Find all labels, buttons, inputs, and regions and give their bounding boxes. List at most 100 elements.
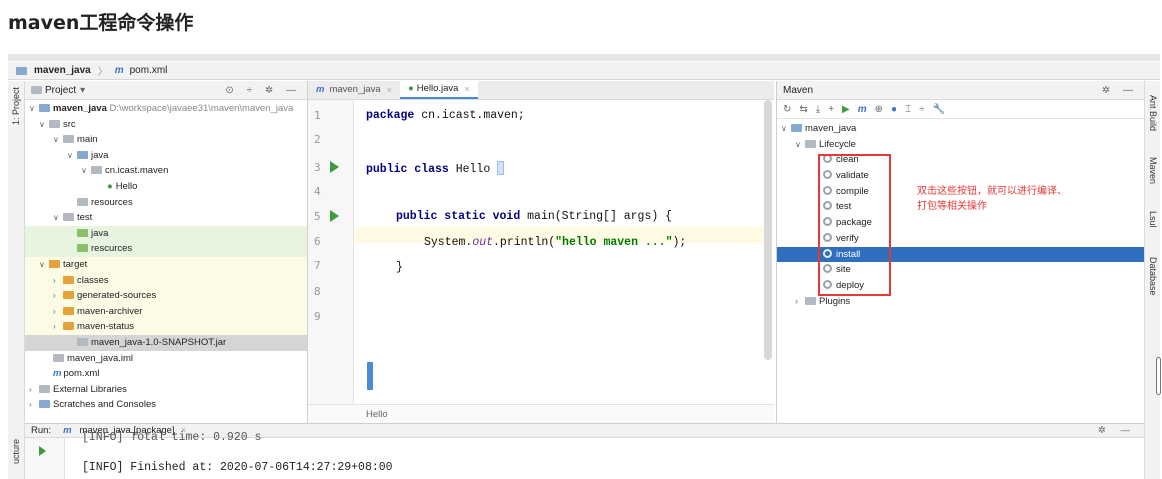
module-folder-icon xyxy=(16,66,27,75)
excluded-folder-icon xyxy=(63,275,74,284)
chevron-right-icon[interactable]: › xyxy=(29,397,39,413)
chevron-down-icon[interactable]: ∨ xyxy=(53,210,63,226)
test-folder-icon xyxy=(77,228,88,237)
maven-toolbar: ↻ ⇆ ⤓ + ▶ m ⊕ ● ⌶ ÷ 🔧 xyxy=(777,100,1144,119)
code-line-5: public static void main(String[] args) { xyxy=(396,210,673,223)
close-icon[interactable]: × xyxy=(464,80,469,98)
chevron-right-icon[interactable]: › xyxy=(53,288,63,304)
run-main-icon[interactable] xyxy=(330,210,339,222)
tree-item[interactable]: java xyxy=(25,225,307,242)
skip-tests-icon[interactable]: ● xyxy=(891,104,897,115)
structure-tool-tab[interactable]: ucture xyxy=(11,439,21,464)
iml-file-icon xyxy=(53,353,64,362)
tree-item[interactable]: › maven-status xyxy=(25,319,307,335)
maven-file-icon: m xyxy=(63,425,72,436)
maven-file-icon: m xyxy=(114,65,124,76)
chevron-down-icon[interactable]: ∨ xyxy=(53,132,63,148)
tree-item[interactable]: ∨ maven_java D:\workspace\javaee31\maven\… xyxy=(25,101,307,117)
chevron-right-icon[interactable]: › xyxy=(29,382,39,398)
tree-item[interactable]: resources xyxy=(25,195,307,211)
plugins-folder-icon xyxy=(805,296,816,305)
line-number: 4 xyxy=(314,185,321,198)
tree-item[interactable]: ∨ src xyxy=(25,117,307,133)
chevron-right-icon[interactable]: › xyxy=(53,273,63,289)
page-heading: maven工程命令操作 xyxy=(8,12,194,34)
chevron-right-icon[interactable]: › xyxy=(795,294,805,310)
chevron-down-icon[interactable]: ∨ xyxy=(795,137,805,153)
lifecycle-node[interactable]: ∨ Lifecycle xyxy=(777,137,1144,153)
nav-file[interactable]: pom.xml xyxy=(130,65,168,76)
tree-item[interactable]: › generated-sources xyxy=(25,288,307,304)
dependencies-icon[interactable]: ⌶ xyxy=(905,104,911,115)
editor-scrollbar[interactable] xyxy=(764,100,772,360)
library-icon xyxy=(39,384,50,393)
tree-item[interactable]: maven_java.iml xyxy=(25,351,307,367)
chevron-right-icon[interactable]: › xyxy=(53,319,63,335)
editor-breadcrumb[interactable]: Hello xyxy=(308,404,774,423)
rerun-icon[interactable] xyxy=(39,446,46,456)
tree-item[interactable]: ● Hello xyxy=(25,179,307,195)
code-editor: m maven_java × ● Hello.java × 1 2 3 4 5 6 7 … xyxy=(308,81,774,423)
maven-project-node[interactable]: ∨ maven_java xyxy=(777,121,1144,137)
download-icon[interactable]: ⤓ xyxy=(816,104,820,115)
module-folder-icon xyxy=(791,124,802,132)
tab-hello-java[interactable]: ● Hello.java × xyxy=(399,80,478,99)
code-line-3: public class Hello xyxy=(366,161,505,176)
maven-file-icon: m xyxy=(53,368,62,380)
chevron-down-icon[interactable]: ∨ xyxy=(81,163,91,179)
chevron-down-icon[interactable]: ∨ xyxy=(67,148,77,164)
chevron-down-icon[interactable]: ▾ xyxy=(80,85,85,96)
project-panel-actions[interactable]: ⊙ ÷ ✲ — xyxy=(225,85,301,96)
tree-item[interactable]: ∨ main xyxy=(25,132,307,148)
tree-item[interactable]: › Scratches and Consoles xyxy=(25,397,307,413)
source-folder-icon xyxy=(77,150,88,159)
tree-item[interactable]: ∨ test xyxy=(25,210,307,226)
tree-item[interactable]: maven_java-1.0-SNAPSHOT.jar xyxy=(25,334,307,351)
maven-tool-tab[interactable]: Maven xyxy=(1148,157,1158,184)
right-tool-strip: Ant Build Maven Lsul Database xyxy=(1144,81,1161,479)
tree-item[interactable]: › External Libraries xyxy=(25,382,307,398)
chevron-down-icon[interactable]: ∨ xyxy=(29,101,39,117)
module-folder-icon xyxy=(39,104,50,112)
folder-icon xyxy=(63,135,74,144)
ant-build-tool-tab[interactable]: Ant Build xyxy=(1148,95,1158,131)
project-view-selector[interactable]: Project xyxy=(45,85,76,96)
left-tool-strip: 1: Project ucture xyxy=(8,81,25,479)
add-icon[interactable]: + xyxy=(828,104,834,115)
tree-item[interactable]: › classes xyxy=(25,272,307,289)
menu-bar xyxy=(8,54,1160,61)
chevron-down-icon[interactable]: ∨ xyxy=(39,257,49,273)
package-icon xyxy=(91,166,102,175)
tree-item[interactable]: m pom.xml xyxy=(25,366,307,382)
nav-project[interactable]: maven_java xyxy=(34,65,91,76)
fold-marker[interactable] xyxy=(367,362,373,390)
tree-item[interactable]: ∨ target xyxy=(25,256,307,273)
generate-sources-icon[interactable]: ⇆ xyxy=(799,104,807,115)
chevron-right-icon[interactable]: › xyxy=(53,304,63,320)
lsul-tool-tab[interactable]: Lsul xyxy=(1148,211,1158,228)
scratches-icon xyxy=(39,400,50,409)
annotation-highlight-box xyxy=(818,154,891,296)
close-icon[interactable]: × xyxy=(387,81,392,99)
run-class-icon[interactable] xyxy=(330,161,339,173)
settings-wrench-icon[interactable]: 🔧 xyxy=(933,104,945,115)
tree-item[interactable]: rescurces xyxy=(25,241,307,257)
reload-icon[interactable]: ↻ xyxy=(783,104,791,115)
maven-panel-actions[interactable]: ✲ — xyxy=(1102,85,1138,96)
side-scroll-handle[interactable] xyxy=(1156,357,1161,395)
tree-item[interactable]: › maven-archiver xyxy=(25,303,307,320)
tree-item[interactable]: ∨ java xyxy=(25,148,307,164)
run-icon[interactable]: ▶ xyxy=(842,104,850,115)
project-tool-tab[interactable]: 1: Project xyxy=(11,87,21,125)
database-tool-tab[interactable]: Database xyxy=(1148,257,1158,296)
tree-item[interactable]: ∨ cn.icast.maven xyxy=(25,163,307,179)
chevron-down-icon[interactable]: ∨ xyxy=(781,121,791,137)
run-panel-actions[interactable]: ✲ — xyxy=(1098,425,1136,436)
tab-pom[interactable]: m maven_java × xyxy=(308,81,400,99)
toggle-offline-icon[interactable]: ⊕ xyxy=(875,104,883,115)
code-line-1: package cn.icast.maven; xyxy=(366,109,525,122)
chevron-down-icon[interactable]: ∨ xyxy=(39,117,49,133)
collapse-icon[interactable]: ÷ xyxy=(919,104,925,115)
execute-goal-icon[interactable]: m xyxy=(858,104,867,115)
line-number: 9 xyxy=(314,310,321,323)
